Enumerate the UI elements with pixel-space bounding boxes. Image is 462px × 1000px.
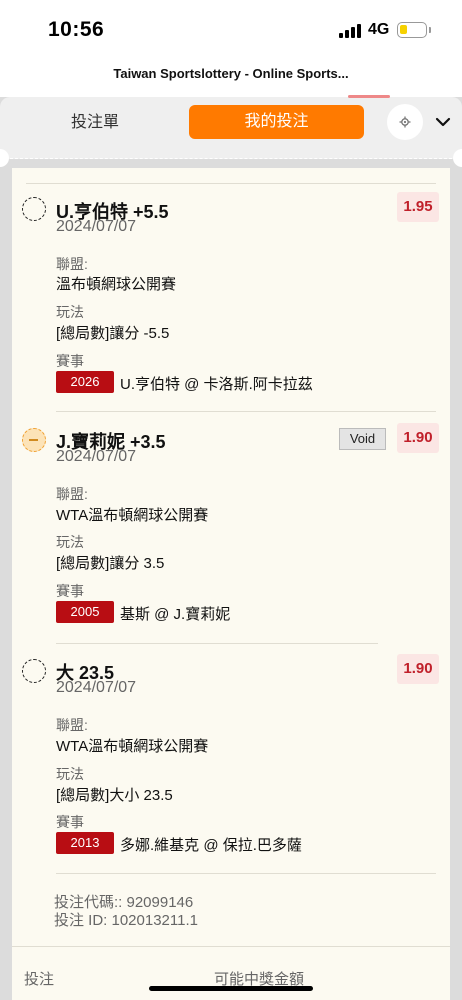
event-name: U.亨伯特 @ 卡洛斯.阿卡拉茲 bbox=[120, 376, 313, 393]
market-value: [總局數]讓分 3.5 bbox=[56, 555, 165, 572]
market-value: [總局數]大小 23.5 bbox=[56, 787, 173, 804]
signal-icon bbox=[339, 24, 361, 38]
event-name: 多娜.維基克 @ 保拉.巴多薩 bbox=[120, 837, 302, 854]
market-label: 玩法 bbox=[56, 304, 84, 320]
odds-badge: 1.95 bbox=[397, 192, 439, 222]
divider bbox=[56, 411, 436, 412]
league-value: 溫布頓網球公開賽 bbox=[56, 276, 177, 293]
odds-badge: 1.90 bbox=[397, 423, 439, 453]
leg-status-icon bbox=[22, 197, 46, 221]
league-value: WTA溫布頓網球公開賽 bbox=[56, 738, 209, 755]
divider bbox=[12, 946, 450, 947]
event-label: 賽事 bbox=[56, 814, 84, 830]
event-label: 賽事 bbox=[56, 353, 84, 369]
bet-id: 投注 ID: 102013211.1 bbox=[54, 912, 198, 929]
divider bbox=[56, 643, 378, 644]
collapse-button[interactable] bbox=[434, 113, 452, 131]
leg-date: 2024/07/07 bbox=[56, 448, 137, 465]
odds-badge: 1.90 bbox=[397, 654, 439, 684]
settings-button[interactable] bbox=[387, 104, 423, 140]
leg-date: 2024/07/07 bbox=[56, 218, 137, 235]
event-code: 2013 bbox=[56, 832, 114, 854]
event-code: 2026 bbox=[56, 371, 114, 393]
clock: 10:56 bbox=[48, 18, 105, 41]
gear-icon bbox=[399, 116, 411, 128]
void-badge: Void bbox=[339, 428, 386, 450]
chevron-down-icon bbox=[435, 117, 451, 127]
market-label: 玩法 bbox=[56, 766, 84, 782]
event-name: 基斯 @ J.寶莉妮 bbox=[120, 606, 231, 623]
page-title: Taiwan Sportslottery - Online Sports... bbox=[113, 66, 349, 81]
battery-tip bbox=[429, 27, 431, 33]
league-label: 聯盟: bbox=[56, 486, 88, 502]
league-label: 聯盟: bbox=[56, 256, 88, 272]
event-label: 賽事 bbox=[56, 583, 84, 599]
leg-status-icon bbox=[22, 659, 46, 683]
divider bbox=[26, 183, 436, 184]
league-label: 聯盟: bbox=[56, 717, 88, 733]
status-bar: 10:56 4G bbox=[0, 0, 462, 60]
tab-my-bets[interactable]: 我的投注 bbox=[189, 105, 364, 139]
divider bbox=[56, 873, 436, 874]
network-type: 4G bbox=[368, 21, 390, 38]
sheet-marker bbox=[348, 95, 390, 98]
stake-label: 投注 bbox=[24, 971, 55, 988]
market-value: [總局數]讓分 -5.5 bbox=[56, 325, 170, 342]
market-label: 玩法 bbox=[56, 534, 84, 550]
home-indicator bbox=[149, 986, 313, 991]
leg-void-icon bbox=[22, 428, 46, 452]
ticket-perforation bbox=[0, 158, 462, 159]
battery-icon bbox=[397, 22, 427, 38]
leg-date: 2024/07/07 bbox=[56, 679, 137, 696]
league-value: WTA溫布頓網球公開賽 bbox=[56, 507, 209, 524]
event-code: 2005 bbox=[56, 601, 114, 623]
tab-betslip[interactable]: 投注單 bbox=[40, 108, 150, 138]
